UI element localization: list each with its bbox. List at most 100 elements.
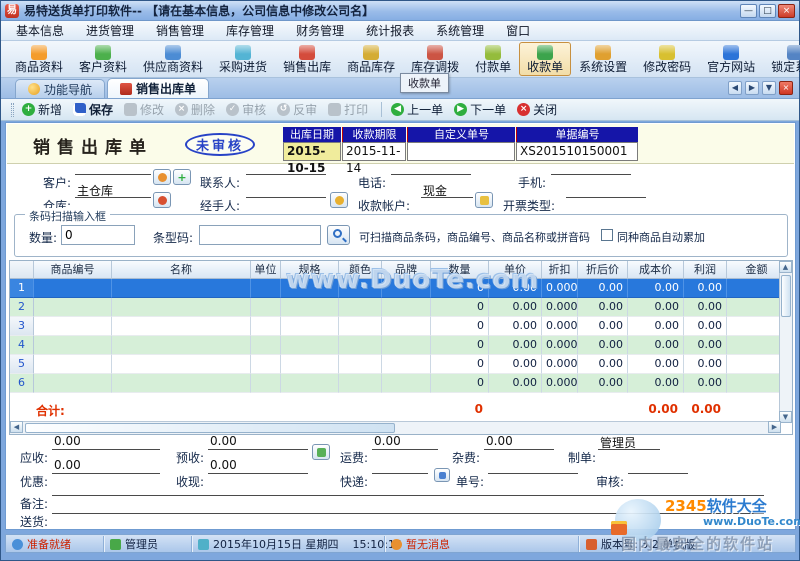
toolbar-sales-out-button[interactable]: 销售出库 <box>275 42 339 76</box>
grid-header-cell[interactable] <box>10 261 34 279</box>
table-row[interactable]: 1 0 0.00 0.000 0.00 0.00 0.00 <box>10 279 792 298</box>
warehouse-pick-button[interactable] <box>153 192 171 208</box>
cash-field[interactable]: 0.00 <box>208 458 308 474</box>
prepaid-pick-button[interactable] <box>312 444 330 460</box>
menu-item[interactable]: 销售管理 <box>145 20 215 41</box>
save-button[interactable]: 保存 <box>73 101 113 118</box>
tab-scroll-right-button[interactable]: ▶ <box>745 81 759 95</box>
mobile-field[interactable] <box>551 159 631 175</box>
account-field[interactable]: 现金 <box>421 182 473 198</box>
tab-sales-outbound[interactable]: 销售出库单 <box>107 78 210 98</box>
toolbar-settings-button[interactable]: 系统设置 <box>571 42 635 76</box>
remark-field[interactable] <box>52 480 764 496</box>
customer-add-button[interactable]: + <box>173 169 191 185</box>
grid-header-cell[interactable]: 成本价 <box>628 261 684 279</box>
grid-header-cell[interactable]: 折扣 <box>542 261 578 279</box>
scroll-left-arrow[interactable]: ◀ <box>10 421 23 433</box>
next-button[interactable]: ▶ 下一单 <box>454 101 506 118</box>
express-field[interactable] <box>372 458 428 474</box>
receivable-field[interactable]: 0.00 <box>52 434 160 450</box>
vertical-scrollbar[interactable]: ▲ ▼ <box>779 261 792 423</box>
scroll-right-arrow[interactable]: ▶ <box>768 421 781 433</box>
toolbar-website-button[interactable]: 官方网站 <box>699 42 763 76</box>
grid-header-cell[interactable]: 折后价 <box>578 261 628 279</box>
table-row[interactable]: 6 0 0.00 0.000 0.00 0.00 0.00 <box>10 374 792 393</box>
grid-header-cell[interactable]: 金额 <box>727 261 787 279</box>
discount-field[interactable]: 0.00 <box>52 458 160 474</box>
search-icon <box>333 229 342 238</box>
grid-header-cell[interactable]: 名称 <box>112 261 251 279</box>
toolbar-payment-button[interactable]: 付款单 <box>467 42 519 76</box>
warehouse-field[interactable]: 主仓库 <box>75 182 151 198</box>
grid-header-cell[interactable]: 单价 <box>489 261 542 279</box>
grid-header-cell[interactable]: 商品编号 <box>34 261 112 279</box>
prev-button[interactable]: ◀ 上一单 <box>391 101 443 118</box>
menu-item[interactable]: 库存管理 <box>215 20 285 41</box>
grid-header-cell[interactable]: 单位 <box>251 261 281 279</box>
toolbar-lock-button[interactable]: 锁定系统 <box>763 42 800 76</box>
invoice-type-label: 开票类型: <box>503 199 556 213</box>
handler-pick-button[interactable] <box>330 192 348 208</box>
tab-label: 销售出库单 <box>136 82 197 96</box>
add-button[interactable]: + 新增 <box>22 101 62 118</box>
misc-fee-field[interactable]: 0.00 <box>484 434 554 450</box>
toolbar-customer-button[interactable]: 客户资料 <box>71 42 135 76</box>
audit-button: ✓ 审核 <box>226 101 266 118</box>
phone-field[interactable] <box>391 159 471 175</box>
grid-header-cell[interactable]: 数量 <box>431 261 489 279</box>
handler-field[interactable] <box>246 182 326 198</box>
toolbar-supplier-button[interactable]: 供应商资料 <box>135 42 211 76</box>
tab-scroll-left-button[interactable]: ◀ <box>728 81 742 95</box>
menu-item[interactable]: 统计报表 <box>355 20 425 41</box>
table-row[interactable]: 5 0 0.00 0.000 0.00 0.00 0.00 <box>10 355 792 374</box>
close-button[interactable]: × 关闭 <box>517 101 557 118</box>
contact-field[interactable] <box>246 159 326 175</box>
toolbar-stock-button[interactable]: 商品库存 <box>339 42 403 76</box>
maker-field: 管理员 <box>598 434 660 450</box>
toolbar-password-button[interactable]: 修改密码 <box>635 42 699 76</box>
tab-list-button[interactable]: ▼ <box>762 81 776 95</box>
barcode-input[interactable] <box>199 225 321 245</box>
toolbar-transfer-button[interactable]: 库存调拨 <box>403 42 467 76</box>
table-row[interactable]: 3 0 0.00 0.000 0.00 0.00 0.00 <box>10 317 792 336</box>
grid-header-cell[interactable]: 规格 <box>281 261 339 279</box>
vscroll-thumb[interactable] <box>781 275 791 317</box>
scroll-up-arrow[interactable]: ▲ <box>779 261 792 273</box>
toolbar-receipt-button[interactable]: 收款单 <box>519 42 572 76</box>
delivery-field[interactable] <box>52 498 764 514</box>
maximize-button[interactable]: □ <box>759 3 776 18</box>
tracking-field[interactable] <box>488 458 578 474</box>
menu-item[interactable]: 财务管理 <box>285 20 355 41</box>
barcode-search-button[interactable] <box>327 225 350 245</box>
auto-add-checkbox[interactable] <box>601 229 613 241</box>
minimize-button[interactable]: — <box>740 3 757 18</box>
toolbar-item-label: 客户资料 <box>79 59 128 74</box>
document-title: 销售出库单 <box>33 138 153 158</box>
tab-close-button[interactable]: × <box>779 81 793 95</box>
grid-cell <box>281 355 339 374</box>
menu-item[interactable]: 进货管理 <box>75 20 145 41</box>
table-row[interactable]: 2 0 0.00 0.000 0.00 0.00 0.00 <box>10 298 792 317</box>
table-row[interactable]: 4 0 0.00 0.000 0.00 0.00 0.00 <box>10 336 792 355</box>
prepaid-field[interactable]: 0.00 <box>208 434 308 450</box>
toolbar-product-button[interactable]: 商品资料 <box>7 42 71 76</box>
horizontal-scrollbar[interactable]: ◀ ▶ <box>10 421 781 434</box>
toolbar-purchase-button[interactable]: 采购进货 <box>211 42 275 76</box>
menu-item[interactable]: 基本信息 <box>5 20 75 41</box>
tab-function-nav[interactable]: 功能导航 <box>15 79 106 98</box>
menu-item[interactable]: 系统管理 <box>425 20 495 41</box>
grid-header-cell[interactable]: 颜色 <box>339 261 382 279</box>
grid-cell <box>281 317 339 336</box>
save-icon <box>73 103 87 116</box>
menu-item[interactable]: 窗口 <box>495 20 541 41</box>
customer-pick-button[interactable] <box>153 169 171 185</box>
invoice-type-field[interactable] <box>566 182 646 198</box>
grid-header-cell[interactable]: 利润 <box>684 261 727 279</box>
hscroll-thumb[interactable] <box>25 423 395 433</box>
freight-field[interactable]: 0.00 <box>372 434 438 450</box>
account-pick-button[interactable] <box>475 192 493 208</box>
qty-input[interactable] <box>61 225 135 245</box>
close-button[interactable]: × <box>778 3 795 18</box>
grid-header-cell[interactable]: 品牌 <box>382 261 431 279</box>
customer-field[interactable] <box>75 159 151 175</box>
